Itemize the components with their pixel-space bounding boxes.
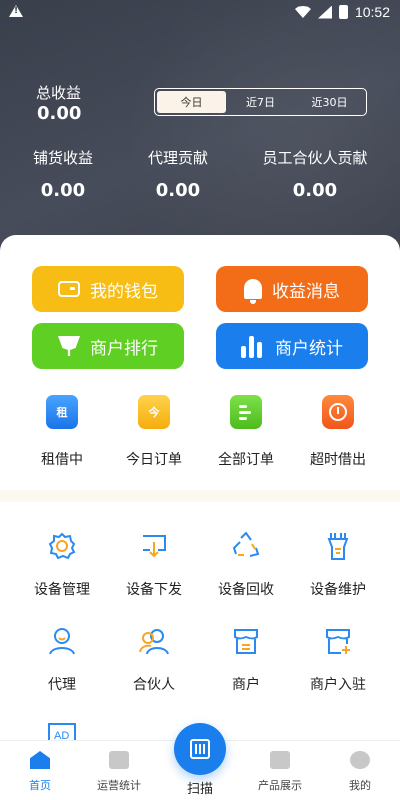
- wifi-icon: [294, 6, 311, 18]
- quick-overdue[interactable]: 超时借出: [298, 395, 378, 469]
- wallet-icon: [58, 281, 80, 297]
- stat-partner-contribution: 员工合伙人贡献 0.00: [262, 147, 368, 201]
- bar-chart-icon: [241, 334, 265, 358]
- merchant-onboarding[interactable]: 商户入驻: [296, 625, 380, 694]
- nav-mine[interactable]: 我的: [325, 751, 395, 793]
- quick-label: 全部订单: [218, 452, 274, 468]
- device-dispatch-icon: [143, 535, 166, 558]
- all-orders-icon: [230, 395, 262, 429]
- nav-label: 我的: [349, 779, 371, 792]
- total-earnings-label: 总收益: [36, 84, 82, 102]
- function-label: 代理: [48, 677, 76, 693]
- device-maintenance[interactable]: 设备维护: [296, 530, 380, 599]
- main-card: 我的钱包 收益消息 商户排行 商户统计 租 租借中 今 今日订单 全部订单 超时…: [0, 235, 400, 745]
- function-label: 合伙人: [133, 677, 175, 693]
- period-tabs: 今日 近7日 近30日: [154, 88, 367, 116]
- merchant-statistics-label: 商户统计: [275, 338, 343, 359]
- bell-icon: [244, 279, 262, 304]
- status-bar: 10:52: [0, 0, 400, 26]
- signal-icon: [317, 5, 332, 19]
- merchant-ranking-label: 商户排行: [90, 338, 158, 359]
- quick-label: 超时借出: [310, 452, 366, 468]
- function-label: 设备维护: [310, 582, 366, 598]
- shop-icon: [234, 629, 258, 654]
- device-recycle[interactable]: 设备回收: [204, 530, 288, 599]
- nav-home[interactable]: 首页: [5, 751, 75, 793]
- scan-icon: [190, 739, 210, 759]
- trophy-icon: [58, 336, 80, 356]
- stat-distribution-earnings: 铺货收益 0.00: [31, 147, 95, 201]
- recycle-icon: [232, 531, 260, 557]
- stat-label: 员工合伙人贡献: [262, 149, 368, 167]
- nav-label: 首页: [29, 779, 51, 792]
- agent[interactable]: 代理: [20, 625, 104, 694]
- wallet-button[interactable]: 我的钱包: [32, 266, 184, 312]
- product-icon: [270, 751, 290, 769]
- function-label: 设备管理: [34, 582, 90, 598]
- nav-products[interactable]: 产品展示: [245, 751, 315, 793]
- quick-label: 租借中: [41, 452, 83, 468]
- rent-icon: 租: [46, 395, 78, 429]
- earnings-messages-label: 收益消息: [272, 281, 340, 302]
- gear-icon: [48, 532, 76, 560]
- earnings-messages-button[interactable]: 收益消息: [216, 266, 368, 312]
- warning-icon: [9, 5, 23, 17]
- partner[interactable]: 合伙人: [112, 625, 196, 694]
- merchant-statistics-button[interactable]: 商户统计: [216, 323, 368, 369]
- function-label: 商户入驻: [310, 677, 366, 693]
- device-management[interactable]: 设备管理: [20, 530, 104, 599]
- agent-user-icon: [49, 628, 75, 655]
- tab-today[interactable]: 今日: [157, 91, 226, 113]
- quick-all-orders[interactable]: 全部订单: [206, 395, 286, 469]
- chart-icon: [109, 751, 129, 769]
- nav-operations[interactable]: 运营统计: [84, 751, 154, 793]
- stat-label: 代理贡献: [147, 149, 208, 167]
- stat-value: 0.00: [155, 180, 201, 201]
- alarm-clock-icon: [322, 395, 354, 429]
- home-icon: [30, 751, 50, 769]
- quick-today-orders[interactable]: 今 今日订单: [114, 395, 194, 469]
- earnings-header: 10:52 总收益 0.00 今日 近7日 近30日 铺货收益 0.00 代理贡…: [0, 0, 400, 255]
- nav-label: 产品展示: [258, 779, 302, 792]
- tab-7-days[interactable]: 近7日: [226, 91, 295, 113]
- battery-icon: [338, 5, 348, 19]
- today-calendar-icon: 今: [138, 395, 170, 429]
- partner-users-icon: [139, 629, 169, 655]
- device-dispatch[interactable]: 设备下发: [112, 530, 196, 599]
- profile-icon: [350, 751, 370, 769]
- stat-value: 0.00: [40, 180, 86, 201]
- wallet-button-label: 我的钱包: [90, 281, 158, 302]
- function-label: 商户: [232, 677, 260, 693]
- tab-30-days[interactable]: 近30日: [295, 91, 364, 113]
- shop-add-icon: [326, 629, 350, 654]
- stat-label: 铺货收益: [32, 149, 93, 167]
- scan-label: 扫描: [186, 782, 213, 797]
- scan-button[interactable]: [174, 723, 226, 775]
- nav-label: 运营统计: [97, 779, 141, 792]
- merchant-ranking-button[interactable]: 商户排行: [32, 323, 184, 369]
- function-label: 设备下发: [126, 582, 182, 598]
- quick-renting[interactable]: 租 租借中: [22, 395, 102, 469]
- quick-label: 今日订单: [126, 452, 182, 468]
- status-time: 10:52: [354, 4, 390, 20]
- merchant[interactable]: 商户: [204, 625, 288, 694]
- wrench-icon: [327, 533, 349, 560]
- section-divider: [0, 490, 400, 502]
- total-earnings-value: 0.00: [37, 103, 82, 124]
- function-label: 设备回收: [218, 582, 274, 598]
- stat-agent-contribution: 代理贡献 0.00: [146, 147, 210, 201]
- stat-value: 0.00: [292, 180, 338, 201]
